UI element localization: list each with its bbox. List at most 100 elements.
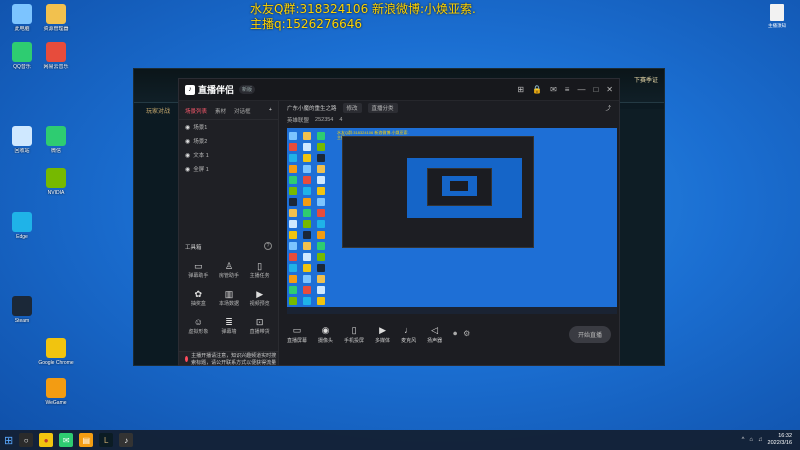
game-tab[interactable]: 玩家对战	[146, 106, 170, 115]
tool-label: 弹幕墙	[221, 329, 237, 335]
tab-materials[interactable]: 素材	[215, 107, 226, 115]
scene-visibility-icon[interactable]: ◉	[185, 124, 190, 131]
scene-item[interactable]: ◉ 场景1	[179, 120, 278, 134]
preview-mini-icon	[317, 297, 325, 305]
desktop-icon[interactable]: 此电脑	[4, 4, 40, 32]
preview-mini-icon	[317, 264, 325, 272]
source-button[interactable]: ▯ 手机投屏	[344, 325, 364, 344]
volume-icon[interactable]: ♫	[758, 437, 763, 443]
menu-icon[interactable]: ≡	[565, 85, 570, 94]
tool-button[interactable]: ≣ 弹幕墙	[214, 317, 245, 335]
tool-label: 视频预览	[249, 301, 270, 307]
desktop-icon-label: Google Chrome	[38, 360, 74, 366]
tab-scenes[interactable]: 场景列表	[185, 107, 207, 115]
desktop-icon[interactable]: NVIDIA	[38, 168, 74, 196]
system-tray: ^ ⌂ ♫ 16:32 2022/3/16	[742, 433, 796, 447]
overlay-line-2: 主播q:1526276646	[250, 17, 363, 31]
wegame-icon	[46, 378, 66, 398]
source-button[interactable]: ◉ 摄像头	[318, 325, 333, 344]
scene-item[interactable]: ◉ 文本 1	[179, 148, 278, 162]
desktop-icon[interactable]: Edge	[4, 212, 40, 240]
tool-button[interactable]: ☺ 虚拟形象	[183, 317, 214, 335]
app-logo-text: 直播伴侣	[198, 85, 235, 95]
source-button[interactable]: ▶ 多媒体	[375, 325, 390, 344]
chrome-icon[interactable]: ●	[39, 433, 54, 447]
help-icon[interactable]: ?	[264, 242, 272, 250]
minimize-icon[interactable]: —	[577, 85, 585, 94]
scene-item[interactable]: ◉ 场景2	[179, 134, 278, 148]
start-stream-button[interactable]: 开始直播	[568, 325, 611, 343]
source-button[interactable]: ♩ 麦克风	[401, 325, 416, 344]
chevron-up-icon[interactable]: ^	[742, 437, 745, 443]
notice-bar[interactable]: 主播开播请注意，知识兴趣频道实时搜索标题，请公开联系方式以便获得流量	[179, 351, 278, 366]
live-companion-icon[interactable]: ♪	[119, 433, 134, 447]
share-icon[interactable]: ⤴	[605, 104, 611, 112]
desktop-icon[interactable]: Steam	[4, 296, 40, 324]
windows-start-icon[interactable]: ⊞	[4, 434, 13, 447]
game-chip[interactable]: 下赛季证	[634, 75, 658, 84]
tool-button[interactable]: ♙ 房管助手	[214, 261, 245, 279]
bell-icon[interactable]: ✉	[550, 85, 557, 94]
maximize-icon[interactable]: □	[593, 85, 598, 94]
desktop-icon[interactable]: 微信	[38, 126, 74, 154]
tool-button[interactable]: ▶ 视频预览	[244, 289, 275, 307]
desktop-icon-label: Edge	[16, 234, 28, 240]
preview-nested-window-3	[450, 181, 468, 191]
stream-type-select[interactable]: 直播分类	[367, 102, 398, 113]
streaming-app-window[interactable]: ♪ 直播伴侣 新版 ⊞ 🔒 ✉ ≡ — □ ✕ 场景列表 素材 对话框 + ◉ …	[178, 78, 620, 366]
scene-visibility-icon[interactable]: ◉	[185, 166, 190, 173]
preview-mini-icon	[303, 176, 311, 184]
tool-button[interactable]: ⊡ 直播带货	[244, 317, 275, 335]
source-button[interactable]: ▭ 直播屏幕	[287, 325, 307, 344]
tool-button[interactable]: ▯ 主播任务	[244, 261, 275, 279]
desktop-file-label: 主播须知	[768, 23, 786, 28]
source-buttons: ▭ 直播屏幕 ◉ 摄像头 ▯ 手机投屏 ▶ 多媒体 ♩ 麦克风 ◁ 扬声器	[287, 325, 442, 344]
folder-icon[interactable]: ▤	[79, 433, 94, 447]
stream-preview[interactable]: 水友Q群:318324106 新浪微博:小焕亚索. 主播q:1526276646	[287, 128, 617, 314]
tool-label: 本场数据	[218, 301, 239, 307]
close-icon[interactable]: ✕	[606, 85, 613, 94]
preview-mini-icon	[303, 275, 311, 283]
source-label: 扬声器	[427, 337, 443, 344]
desktop-icon[interactable]: Google Chrome	[38, 338, 74, 366]
chat-icon: ▭	[194, 261, 203, 271]
scene-visibility-icon[interactable]: ◉	[185, 152, 190, 159]
stream-area: 广东小魔的重生之路 修改 直播分类 ⤴ 英雄联盟 252354 4 水友Q群:3…	[279, 101, 619, 365]
tool-button[interactable]: ▥ 本场数据	[214, 289, 245, 307]
monitor-icon: ▭	[292, 324, 302, 335]
wechat-icon[interactable]: ✉	[59, 433, 74, 447]
desktop-icon-label: NVIDIA	[47, 190, 65, 196]
league-icon[interactable]: L	[99, 433, 114, 447]
app-logo: ♪ 直播伴侣	[185, 83, 234, 96]
desktop-icon[interactable]: WeGame	[38, 378, 74, 406]
edge-icon	[12, 212, 32, 232]
preview-mini-icon	[317, 143, 325, 151]
search-icon[interactable]: ○	[19, 433, 34, 447]
edit-title-button[interactable]: 修改	[342, 102, 362, 113]
desktop-icon[interactable]: 回收站	[4, 126, 40, 154]
settings-icon[interactable]: ⚙	[463, 329, 470, 339]
tool-label: 主播任务	[249, 273, 270, 279]
tool-button[interactable]: ✿ 抽奖盒	[183, 289, 214, 307]
preview-mini-icon	[289, 231, 297, 239]
lock-icon[interactable]: 🔒	[532, 85, 542, 94]
notice-text: 主播开播请注意，知识兴趣频道实时搜索标题，请公开联系方式以便获得流量	[191, 352, 277, 366]
desktop-icon[interactable]: 网易云音乐	[38, 42, 74, 70]
preview-mini-icon	[289, 187, 297, 195]
source-button[interactable]: ◁ 扬声器	[427, 325, 442, 344]
desktop-icon[interactable]: QQ音乐	[4, 42, 40, 70]
scene-visibility-icon[interactable]: ◉	[185, 138, 190, 145]
tool-button[interactable]: ▭ 弹幕助手	[183, 261, 214, 279]
clock[interactable]: 16:32 2022/3/16	[768, 433, 792, 447]
category-select[interactable]: 英雄联盟	[287, 116, 309, 124]
add-scene-icon[interactable]: +	[269, 107, 272, 115]
record-icon[interactable]: ⏺	[453, 329, 457, 339]
network-icon[interactable]: ⌂	[749, 437, 753, 443]
desktop-icon[interactable]: 资源管理器	[38, 4, 74, 32]
gift-icon[interactable]: ⊞	[517, 85, 524, 94]
preview-mini-icon	[317, 176, 325, 184]
preview-mini-icon	[303, 187, 311, 195]
tab-dialog[interactable]: 对话框	[234, 107, 251, 115]
desktop-file[interactable]: 主播须知	[762, 4, 792, 29]
scene-item[interactable]: ◉ 全屏 1	[179, 162, 278, 176]
